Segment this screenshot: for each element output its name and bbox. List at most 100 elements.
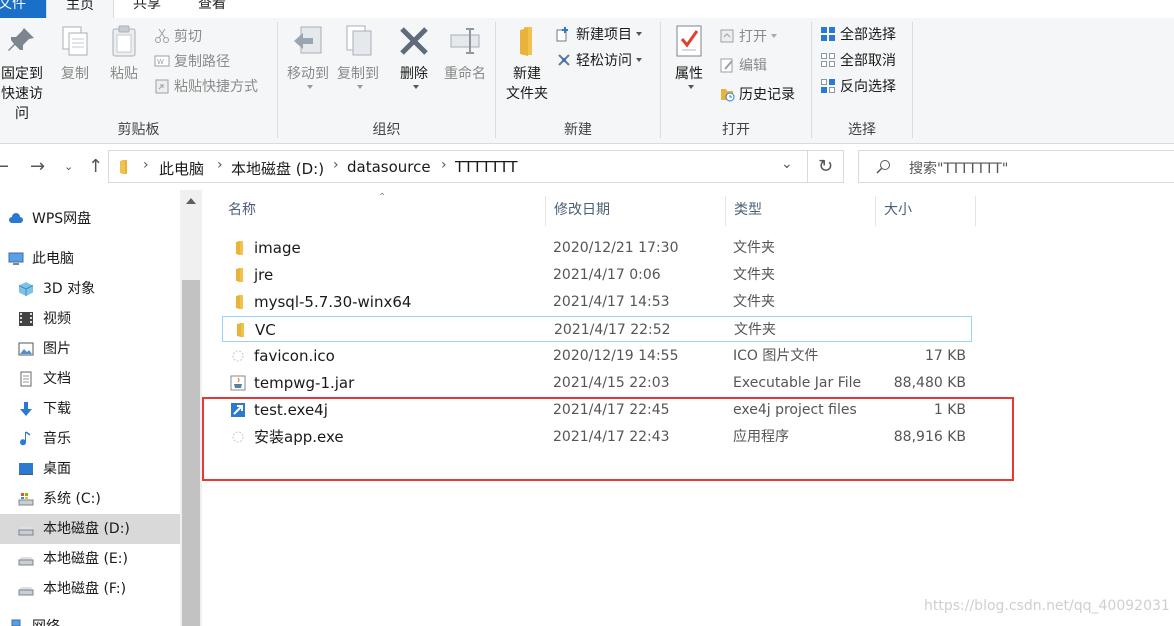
easy-access-button[interactable]: 轻松访问 xyxy=(556,50,642,72)
breadcrumb-drive-d[interactable]: 本地磁盘 (D:) xyxy=(231,158,324,179)
file-row[interactable]: jre 2021/4/17 0:06 文件夹 xyxy=(222,262,972,288)
nav-item-music[interactable]: 音乐 xyxy=(0,424,180,454)
copy-path-button[interactable]: W 复制路径 xyxy=(154,51,230,73)
annotation-highlight-box xyxy=(202,397,1014,481)
back-arrow-icon[interactable]: ← xyxy=(0,156,9,177)
search-box[interactable]: 搜索"TTTTTTT" xyxy=(858,150,1174,183)
recent-locations-chevron-icon[interactable]: ⌄ xyxy=(64,160,73,173)
cube-icon xyxy=(18,282,34,296)
breadcrumb-datasource[interactable]: datasource xyxy=(347,158,431,176)
move-to-button[interactable]: 移动到 xyxy=(284,24,332,92)
tab-file[interactable]: 文件 xyxy=(0,0,46,18)
pin-icon xyxy=(8,28,34,51)
nav-label: 本地磁盘 (D:) xyxy=(43,521,130,537)
copy-icon xyxy=(62,26,88,56)
ribbon-tabs: 文件 主页 共享 查看 xyxy=(0,0,1174,18)
file-row[interactable]: tempwg-1.jar 2021/4/15 22:03 Executable … xyxy=(222,370,972,396)
nav-item-wps-drive[interactable]: WPS网盘 xyxy=(0,204,180,234)
address-dropdown-chevron-icon[interactable]: ⌄ xyxy=(781,156,793,172)
nav-item-drive-f[interactable]: 本地磁盘 (F:) xyxy=(0,574,180,604)
properties-button[interactable]: 属性 xyxy=(669,24,709,92)
tab-view[interactable]: 查看 xyxy=(185,0,239,18)
new-folder-label-line1: 新建 xyxy=(513,66,541,82)
open-label: 打开 xyxy=(739,29,767,45)
file-row-hovered[interactable]: VC 2021/4/17 22:52 文件夹 xyxy=(222,316,972,342)
paste-button[interactable]: 粘贴 xyxy=(104,24,144,84)
nav-item-drive-d[interactable]: 本地磁盘 (D:) xyxy=(0,514,180,544)
select-none-button[interactable]: 全部取消 xyxy=(820,50,896,72)
svg-text:W: W xyxy=(157,58,164,66)
nav-item-downloads[interactable]: 下载 xyxy=(0,394,180,424)
cut-button[interactable]: 剪切 xyxy=(154,26,202,48)
delete-dropdown xyxy=(394,84,434,92)
folder-icon xyxy=(236,268,243,282)
file-row[interactable]: image 2020/12/21 17:30 文件夹 xyxy=(222,235,972,261)
rename-button[interactable]: 重命名 xyxy=(440,24,490,84)
folder-icon xyxy=(120,160,127,174)
history-icon xyxy=(721,89,735,102)
nav-scrollbar[interactable] xyxy=(180,190,202,626)
breadcrumb-separator-icon[interactable]: › xyxy=(217,157,223,173)
computer-icon xyxy=(8,252,24,265)
edit-label: 编辑 xyxy=(739,58,767,74)
forward-arrow-icon[interactable]: → xyxy=(30,156,45,177)
breadcrumb-this-pc[interactable]: 此电脑 xyxy=(159,158,204,179)
invert-selection-button[interactable]: 反向选择 xyxy=(820,76,896,98)
pin-to-quick-access-button[interactable]: 固定到 快速访问 xyxy=(0,24,48,124)
copy-to-button[interactable]: 复制到 xyxy=(334,24,382,92)
refresh-button[interactable]: ↻ xyxy=(808,150,844,183)
copy-button[interactable]: 复制 xyxy=(56,24,94,84)
breadcrumb-separator-icon[interactable]: › xyxy=(333,157,339,173)
properties-dropdown xyxy=(669,84,709,92)
breadcrumb-current-folder[interactable]: TTTTTTT xyxy=(455,158,518,176)
select-all-button[interactable]: 全部选择 xyxy=(820,24,896,46)
file-type: Executable Jar File xyxy=(733,375,862,391)
tab-home[interactable]: 主页 xyxy=(46,0,114,18)
file-name: mysql-5.7.30-winx64 xyxy=(254,293,412,311)
select-group-label: 选择 xyxy=(848,122,876,138)
nav-item-drive-e[interactable]: 本地磁盘 (E:) xyxy=(0,544,180,574)
network-icon xyxy=(11,619,21,626)
address-bar[interactable]: › 此电脑 › 本地磁盘 (D:) › datasource › TTTTTTT… xyxy=(108,150,808,183)
nav-item-documents[interactable]: 文档 xyxy=(0,364,180,394)
tab-share[interactable]: 共享 xyxy=(120,0,174,18)
rename-label: 重命名 xyxy=(444,66,486,82)
nav-label: 本地磁盘 (E:) xyxy=(43,551,128,567)
history-button[interactable]: 历史记录 xyxy=(719,84,795,106)
nav-item-system-c[interactable]: 系统 (C:) xyxy=(0,484,180,514)
breadcrumb-separator-icon[interactable]: › xyxy=(441,157,447,173)
open-button[interactable]: 打开 xyxy=(719,26,777,48)
nav-item-desktop[interactable]: 桌面 xyxy=(0,454,180,484)
file-row[interactable]: favicon.ico 2020/12/19 14:55 ICO 图片文件 17… xyxy=(222,343,972,369)
delete-button[interactable]: 删除 xyxy=(394,24,434,92)
edit-icon xyxy=(720,58,733,73)
nav-label: 系统 (C:) xyxy=(43,491,101,507)
column-header-type[interactable]: 类型 xyxy=(726,196,876,226)
new-item-button[interactable]: 新建项目 xyxy=(556,24,642,46)
paste-shortcut-label: 粘贴快捷方式 xyxy=(174,79,258,95)
edit-button[interactable]: 编辑 xyxy=(719,55,767,77)
copy-path-icon: W xyxy=(154,55,170,67)
nav-item-3d-objects[interactable]: 3D 对象 xyxy=(0,274,180,304)
nav-item-pictures[interactable]: 图片 xyxy=(0,334,180,364)
up-arrow-icon[interactable]: ↑ xyxy=(88,156,103,177)
paste-shortcut-button[interactable]: 粘贴快捷方式 xyxy=(154,76,258,98)
properties-label: 属性 xyxy=(675,66,703,82)
scrollbar-thumb[interactable] xyxy=(182,280,200,626)
new-folder-label-line2: 文件夹 xyxy=(506,86,548,102)
folder-icon xyxy=(237,323,244,337)
file-type: 文件夹 xyxy=(733,294,775,310)
new-folder-button[interactable]: 新建 文件夹 xyxy=(502,24,552,104)
scroll-up-arrow-icon[interactable] xyxy=(186,198,196,204)
column-header-date[interactable]: 修改日期 xyxy=(546,196,726,226)
column-header-size[interactable]: 大小 xyxy=(876,196,976,226)
nav-item-network[interactable]: 网络 xyxy=(0,612,180,626)
nav-item-this-pc[interactable]: 此电脑 xyxy=(0,244,180,274)
drive-icon xyxy=(18,527,34,536)
file-row[interactable]: mysql-5.7.30-winx64 2021/4/17 14:53 文件夹 xyxy=(222,289,972,315)
nav-item-videos[interactable]: 视频 xyxy=(0,304,180,334)
column-header-name[interactable]: 名称 xyxy=(220,196,546,226)
copy-to-dropdown xyxy=(334,84,382,92)
breadcrumb-separator-icon[interactable]: › xyxy=(143,157,149,173)
move-to-dropdown xyxy=(284,84,332,92)
